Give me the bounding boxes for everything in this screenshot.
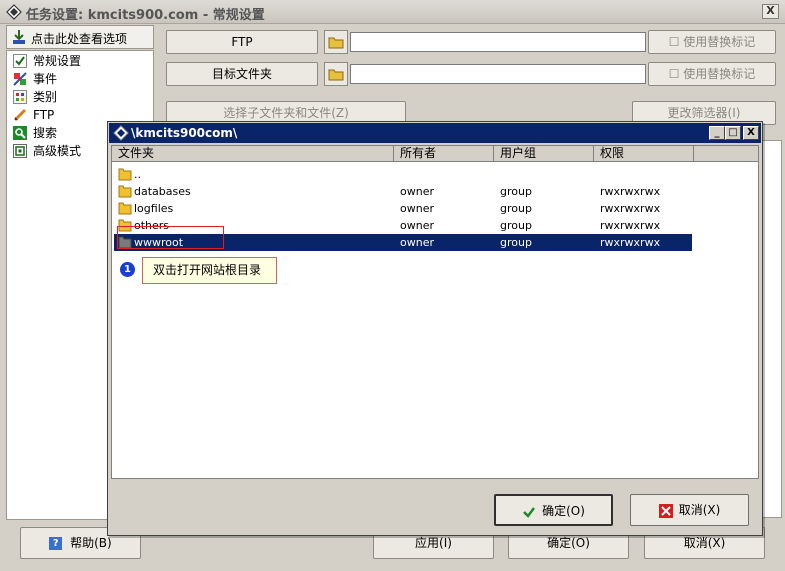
column-header-folder[interactable]: 文件夹	[112, 146, 394, 162]
folder-icon	[328, 37, 344, 49]
group-cell: group	[500, 185, 532, 198]
dialog-cancel-label: 取消(X)	[678, 503, 721, 517]
main-close-button[interactable]: X	[762, 4, 779, 19]
replace-mark-icon: ☐	[668, 35, 680, 49]
group-cell: group	[500, 236, 532, 249]
advanced-mode-icon	[13, 144, 27, 158]
group-cell: group	[500, 202, 532, 215]
help-button-label: 帮助(B)	[70, 536, 112, 550]
dialog-ok-label: 确定(O)	[542, 504, 585, 518]
ftp-path-input[interactable]	[350, 32, 646, 52]
permissions-cell: rwxrwxrwx	[600, 236, 661, 249]
owner-cell: owner	[400, 202, 434, 215]
owner-cell: owner	[400, 219, 434, 232]
permissions-cell: rwxrwxrwx	[600, 185, 661, 198]
table-row[interactable]: logfiles owner group rwxrwxrwx	[114, 200, 692, 217]
annotation-tooltip: 双击打开网站根目录	[142, 257, 277, 284]
ftp-browse-button[interactable]	[324, 30, 348, 54]
app-logo-icon	[113, 125, 129, 141]
table-row[interactable]: ..	[114, 166, 692, 183]
folder-name-cell: databases	[134, 185, 191, 198]
dialog-cancel-button[interactable]: 取消(X)	[630, 494, 749, 526]
replace-mark-icon: ☐	[668, 67, 680, 81]
annotation-step-badge: 1	[120, 262, 135, 277]
target-path-input[interactable]	[350, 64, 646, 84]
dialog-minimize-button[interactable]: _	[709, 126, 725, 140]
sidebar-item-events[interactable]: 事件	[11, 70, 151, 88]
search-icon	[13, 126, 27, 140]
sidebar-options-header[interactable]: 点击此处查看选项	[6, 25, 154, 49]
app-logo-icon	[6, 4, 22, 20]
main-cancel-button-label: 取消(X)	[683, 536, 726, 550]
permissions-cell: rwxrwxrwx	[600, 219, 661, 232]
owner-cell: owner	[400, 236, 434, 249]
sidebar-item-general[interactable]: 常规设置	[11, 52, 151, 70]
cancel-x-icon	[658, 503, 673, 518]
owner-cell: owner	[400, 185, 434, 198]
ftp-button[interactable]: FTP	[166, 30, 318, 54]
check-icon	[523, 506, 536, 518]
dialog-title: \kmcits900com\	[131, 126, 238, 140]
use-replace-mark-button-1[interactable]: ☐ 使用替换标记	[648, 30, 776, 54]
sidebar-item-label: 事件	[33, 72, 58, 86]
help-icon: ?	[49, 537, 63, 550]
main-titlebar: 任务设置: kmcits900.com - 常规设置 X	[0, 0, 785, 24]
dialog-close-button[interactable]: X	[743, 126, 759, 140]
main-window-title: 任务设置: kmcits900.com - 常规设置	[26, 8, 265, 23]
column-header-owner[interactable]: 所有者	[394, 146, 494, 162]
dialog-titlebar: \kmcits900com\ _ □ X	[109, 123, 761, 143]
wwwroot-highlight-box	[117, 226, 224, 249]
permissions-cell: rwxrwxrwx	[600, 202, 661, 215]
sidebar-item-label: 搜索	[33, 126, 58, 140]
ftp-icon	[13, 108, 27, 122]
folder-icon	[328, 69, 344, 81]
table-row[interactable]: databases owner group rwxrwxrwx	[114, 183, 692, 200]
checklist-icon	[13, 54, 27, 68]
folder-name-cell: logfiles	[134, 202, 174, 215]
folder-name-cell: ..	[134, 168, 141, 181]
target-folder-button[interactable]: 目标文件夹	[166, 62, 318, 86]
folder-icon	[118, 202, 132, 215]
dialog-maximize-button[interactable]: □	[725, 126, 741, 140]
use-replace-mark-button-2[interactable]: ☐ 使用替换标记	[648, 62, 776, 86]
folder-icon	[118, 168, 132, 181]
use-replace-mark-label: 使用替换标记	[683, 67, 756, 81]
sidebar-item-label: 类别	[33, 90, 58, 104]
sidebar-item-label: FTP	[33, 108, 55, 122]
use-replace-mark-label: 使用替换标记	[683, 35, 756, 49]
apply-button-label: 应用(I)	[415, 536, 452, 550]
column-header-permissions[interactable]: 权限	[594, 146, 694, 162]
sidebar-item-category[interactable]: 类别	[11, 88, 151, 106]
folder-list: 文件夹 所有者 用户组 权限 .. databases owner group rwxr…	[111, 145, 759, 479]
sidebar-header-label: 点击此处查看选项	[31, 32, 128, 46]
column-header-filler	[694, 146, 758, 162]
dialog-ok-button[interactable]: 确定(O)	[494, 494, 613, 526]
column-header-group[interactable]: 用户组	[494, 146, 594, 162]
main-ok-button-label: 确定(O)	[547, 536, 590, 550]
folder-icon	[118, 185, 132, 198]
target-browse-button[interactable]	[324, 62, 348, 86]
group-cell: group	[500, 219, 532, 232]
sidebar-item-label: 高级模式	[33, 144, 82, 158]
options-arrow-icon	[13, 30, 25, 44]
ftp-folder-browser-dialog: \kmcits900com\ _ □ X 文件夹 所有者 用户组 权限 .. da…	[107, 121, 763, 536]
sidebar-item-label: 常规设置	[33, 54, 82, 68]
category-icon	[13, 90, 27, 104]
event-icon	[13, 72, 27, 86]
